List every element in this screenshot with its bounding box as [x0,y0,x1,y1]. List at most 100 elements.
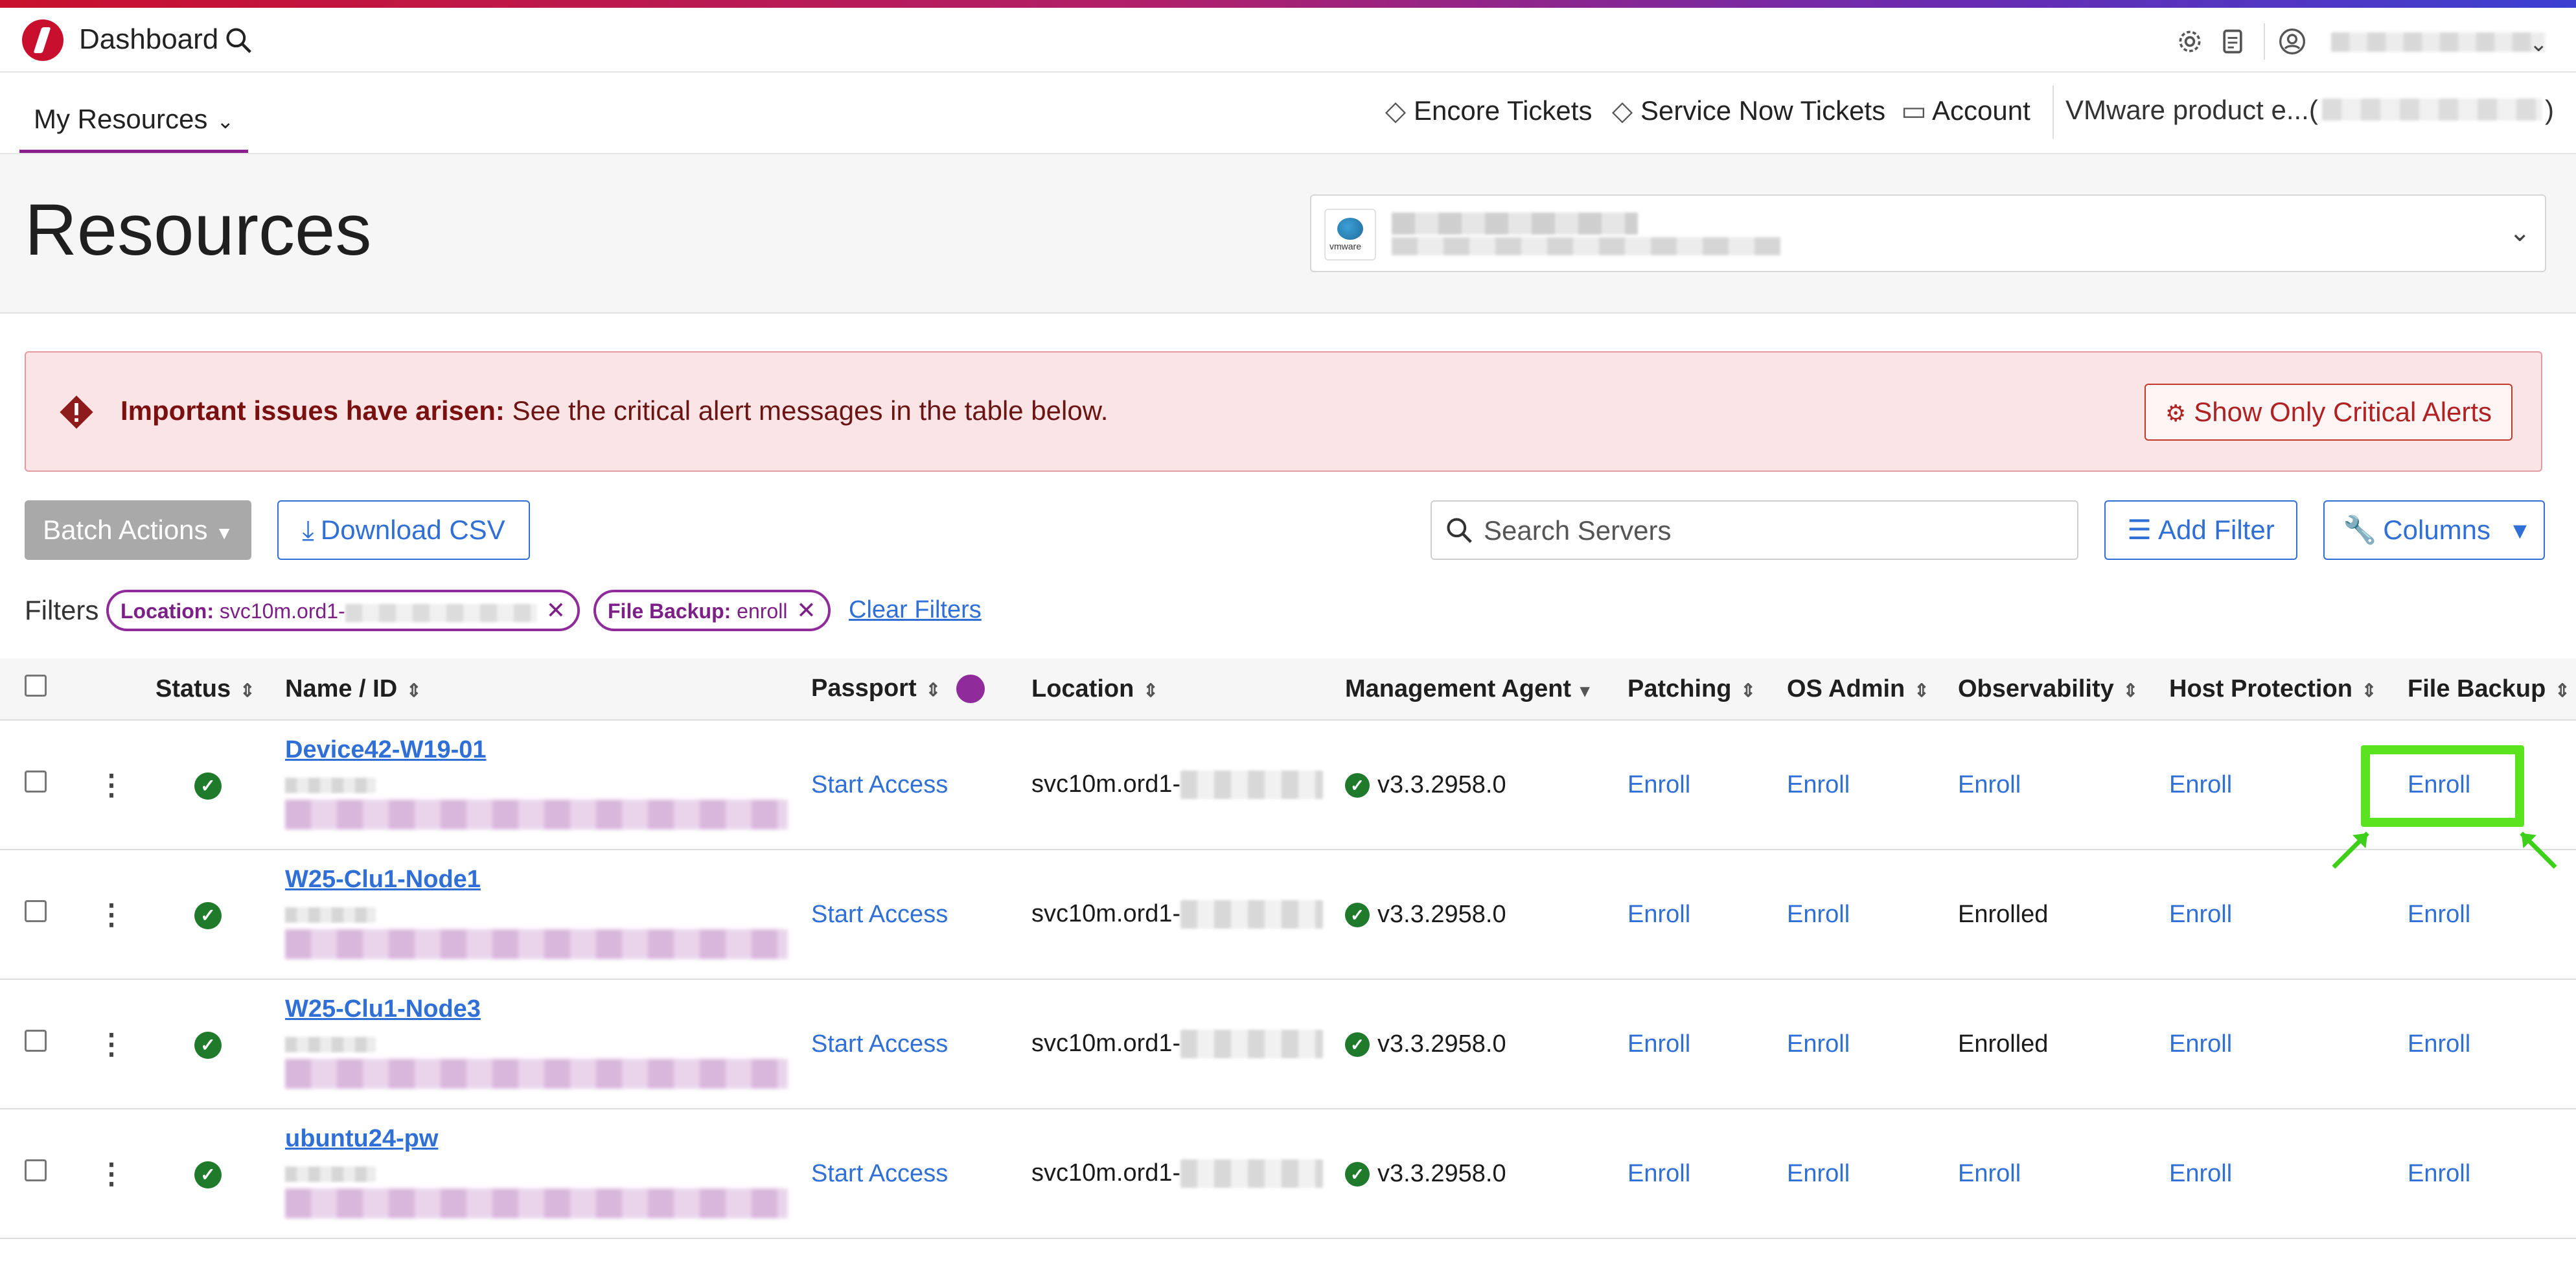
row-checkbox[interactable] [25,900,47,922]
table-row[interactable]: ⋮ ✓ Device42-W19-01 Start Access svc10m.… [0,720,2576,850]
location-cell: svc10m.ord1- [1018,979,1332,1109]
col-passport[interactable]: Passport ⇕ [798,658,1018,721]
col-management-agent[interactable]: Management Agent ▾ [1332,658,1615,721]
server-meta-redacted [285,929,788,959]
file-backup-enroll-link[interactable]: Enroll [2395,1109,2576,1239]
table-header-row: Status ⇕ Name / ID ⇕ Passport ⇕ Location ⇕ M… [0,658,2576,721]
passport-logo-icon [956,675,985,704]
os-admin-enroll-link[interactable]: Enroll [1774,979,1945,1109]
caret-down-icon: ▾ [2513,515,2527,545]
nav-divider [2053,86,2054,139]
user-name-redacted[interactable] [2331,32,2545,52]
start-access-link[interactable]: Start Access [798,979,1018,1109]
col-patching[interactable]: Patching ⇕ [1615,658,1774,721]
download-csv-button[interactable]: ⤓ Download CSV [277,500,530,560]
row-checkbox[interactable] [25,1030,47,1052]
account-selector-label[interactable]: VMware product e...( [2065,95,2318,126]
col-os-admin[interactable]: OS Admin ⇕ [1774,658,1945,721]
kebab-menu-icon[interactable]: ⋮ [97,1028,126,1060]
columns-button[interactable]: 🔧 Columns ▾ [2323,500,2545,560]
host-protection-enroll-link[interactable]: Enroll [2156,979,2395,1109]
kebab-menu-icon[interactable]: ⋮ [97,769,126,801]
batch-actions-button[interactable]: Batch Actions ▼ [25,500,251,560]
filter-chip-file-backup[interactable]: File Backup: enroll ✕ [593,590,831,631]
table-row[interactable]: ⋮ ✓ W25-Clu1-Node3 Start Access svc10m.o… [0,979,2576,1109]
col-location[interactable]: Location ⇕ [1018,658,1332,721]
organization-select[interactable]: vmware ⌄ [1310,194,2546,272]
select-all-checkbox[interactable] [25,675,47,697]
patching-enroll-link[interactable]: Enroll [1615,979,1774,1109]
account-id-redacted [2322,99,2542,121]
row-checkbox[interactable] [25,1159,47,1181]
tab-my-resources[interactable]: My Resources ⌄ [19,91,249,153]
header-label: Location [1031,675,1134,702]
patching-enroll-link[interactable]: Enroll [1615,1109,1774,1239]
sort-icon: ⇕ [1740,680,1756,701]
nav-encore-tickets[interactable]: ◇ Encore Tickets [1383,95,1593,126]
patching-enroll-link[interactable]: Enroll [1615,850,1774,980]
user-avatar-icon[interactable] [2278,27,2306,56]
brand-gradient-strip [0,0,2576,8]
server-meta-redacted [285,1059,788,1089]
critical-alert-banner: Important issues have arisen: See the cr… [25,351,2542,472]
show-critical-alerts-button[interactable]: ⚙ Show Only Critical Alerts [2145,384,2513,441]
server-id-redacted [285,1166,376,1182]
col-name[interactable]: Name / ID ⇕ [272,658,798,721]
alert-message: Important issues have arisen: See the cr… [121,395,1108,426]
header-label: Host Protection [2169,675,2352,702]
close-icon[interactable]: ✕ [546,597,566,623]
patching-enroll-link[interactable]: Enroll [1615,720,1774,850]
search-icon[interactable] [224,26,253,54]
agent-cell: ✓ v3.3.2958.0 [1332,1109,1615,1239]
filter-icon: ☰ [2127,515,2152,545]
host-protection-enroll-link[interactable]: Enroll [2156,1109,2395,1239]
search-servers-input[interactable] [1482,511,2055,551]
annotation-arrow-icon [2520,831,2557,869]
observability-enroll-link[interactable]: Enroll [1945,1109,2156,1239]
file-backup-enroll-link[interactable]: Enroll [2395,979,2576,1109]
kebab-menu-icon[interactable]: ⋮ [97,899,126,931]
server-name-link[interactable]: W25-Clu1-Node1 [285,866,481,894]
start-access-link[interactable]: Start Access [798,720,1018,850]
row-checkbox[interactable] [25,771,47,793]
os-admin-enroll-link[interactable]: Enroll [1774,1109,1945,1239]
os-admin-enroll-link[interactable]: Enroll [1774,850,1945,980]
clear-filters-link[interactable]: Clear Filters [849,596,982,624]
server-name-link[interactable]: ubuntu24-pw [285,1125,438,1153]
chip-key: Location: [121,599,214,623]
kebab-menu-icon[interactable]: ⋮ [97,1158,126,1190]
table-row[interactable]: ⋮ ✓ W25-Clu1-Node1 Start Access svc10m.o… [0,850,2576,980]
col-host-protection[interactable]: Host Protection ⇕ [2156,658,2395,721]
alert-body: See the critical alert messages in the t… [504,395,1109,426]
nav-account[interactable]: ▭ Account [1901,95,2030,126]
col-file-backup[interactable]: File Backup ⇕ [2395,658,2576,721]
col-observability[interactable]: Observability ⇕ [1945,658,2156,721]
chip-key: File Backup: [608,599,731,623]
header-label: File Backup [2408,675,2546,702]
chevron-down-icon[interactable]: ⌄ [2529,31,2548,57]
filter-chip-location[interactable]: Location: svc10m.ord1- ✕ [106,590,580,631]
observability-enroll-link[interactable]: Enroll [1945,720,2156,850]
server-name-link[interactable]: Device42-W19-01 [285,736,487,764]
observability-status: Enrolled [1945,979,2156,1109]
rackspace-logo-icon[interactable] [22,19,63,61]
add-filter-button[interactable]: ☰ Add Filter [2104,500,2297,560]
col-status[interactable]: Status ⇕ [143,658,272,721]
sort-icon: ⇕ [2122,680,2139,701]
start-access-link[interactable]: Start Access [798,850,1018,980]
alert-strong: Important issues have arisen: [121,395,505,426]
app-title[interactable]: Dashboard [79,23,218,56]
sort-icon: ⇕ [1914,680,1929,701]
gear-icon[interactable] [2176,27,2204,56]
close-icon[interactable]: ✕ [796,597,816,623]
server-name-link[interactable]: W25-Clu1-Node3 [285,995,481,1023]
table-row[interactable]: ⋮ ✓ ubuntu24-pw Start Access svc10m.ord1… [0,1109,2576,1239]
nav-servicenow-tickets[interactable]: ◇ Service Now Tickets [1609,95,1885,126]
server-id-redacted [285,1037,376,1052]
start-access-link[interactable]: Start Access [798,1109,1018,1239]
server-id-redacted [285,778,376,793]
document-icon[interactable] [2218,27,2247,56]
location-text: svc10m.ord1- [1031,1029,1181,1057]
os-admin-enroll-link[interactable]: Enroll [1774,720,1945,850]
sort-icon: ⇕ [240,680,255,701]
